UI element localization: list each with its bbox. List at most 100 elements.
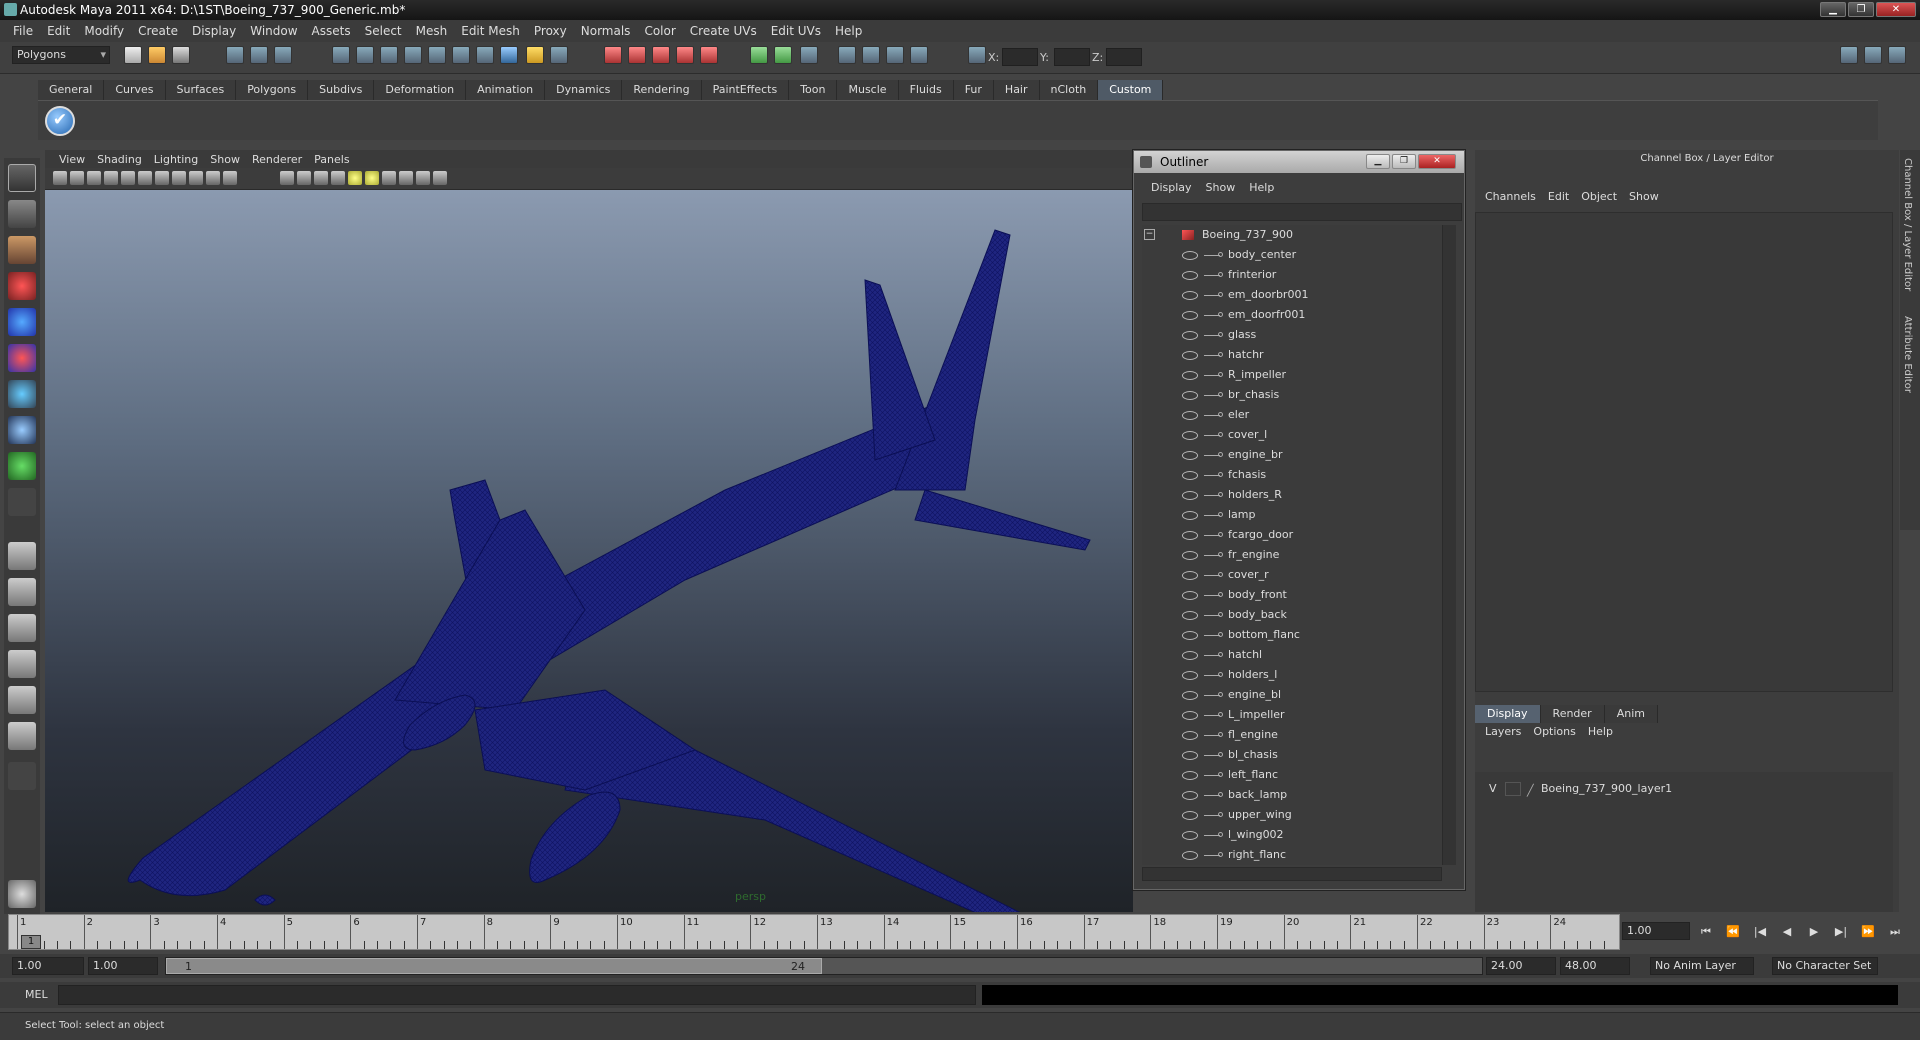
- step-back-frame-icon[interactable]: |◀: [1752, 925, 1768, 939]
- shelf-tab-subdivs[interactable]: Subdivs: [308, 80, 375, 100]
- toggle-channel-box-icon[interactable]: [1888, 46, 1906, 64]
- play-backwards-icon[interactable]: ◀: [1779, 925, 1795, 939]
- menu-set-dropdown[interactable]: Polygons ▾: [12, 46, 110, 64]
- toggle-attribute-editor-icon[interactable]: [1840, 46, 1858, 64]
- outliner-item[interactable]: frinterior: [1142, 265, 1444, 285]
- menu-help[interactable]: Help: [828, 24, 869, 38]
- attribute-editor-side-tab[interactable]: Attribute Editor: [1902, 316, 1913, 393]
- shelf-tab-rendering[interactable]: Rendering: [622, 80, 702, 100]
- select-hierarchy-icon[interactable]: [226, 46, 244, 64]
- ipr-render-icon[interactable]: [628, 46, 646, 64]
- rotate-tool-icon[interactable]: [8, 308, 36, 336]
- construction-history-icon[interactable]: [452, 46, 470, 64]
- shelf-tab-animation[interactable]: Animation: [466, 80, 546, 100]
- outliner-item[interactable]: fr_engine: [1142, 545, 1444, 565]
- save-scene-icon[interactable]: [172, 46, 190, 64]
- toggle-tool-settings-icon[interactable]: [1864, 46, 1882, 64]
- render-frame-icon[interactable]: [604, 46, 622, 64]
- film-gate-icon[interactable]: [138, 171, 152, 185]
- last-tool-icon[interactable]: [8, 488, 36, 516]
- camera-select-icon[interactable]: [53, 171, 67, 185]
- layer-template-toggle[interactable]: [1505, 782, 1521, 796]
- step-back-key-icon[interactable]: ⏪: [1725, 925, 1741, 939]
- select-tool-icon[interactable]: [8, 164, 36, 192]
- shelf-tab-fur[interactable]: Fur: [953, 80, 994, 100]
- isolate-select-icon[interactable]: [382, 171, 396, 185]
- channel-menu-show[interactable]: Show: [1623, 190, 1665, 208]
- outliner-item[interactable]: right_flanc: [1142, 845, 1444, 865]
- image-plane-icon[interactable]: [104, 171, 118, 185]
- menu-edit[interactable]: Edit: [40, 24, 77, 38]
- outliner-item[interactable]: glass: [1142, 325, 1444, 345]
- menu-modify[interactable]: Modify: [77, 24, 131, 38]
- outliner-item[interactable]: left_flanc: [1142, 765, 1444, 785]
- snap-view-icon[interactable]: [404, 46, 422, 64]
- menu-proxy[interactable]: Proxy: [527, 24, 574, 38]
- layer-color-icon[interactable]: ╱: [1527, 782, 1534, 800]
- outliner-item[interactable]: bottom_flanc: [1142, 625, 1444, 645]
- outliner-menu-show[interactable]: Show: [1199, 181, 1243, 199]
- menu-mesh[interactable]: Mesh: [409, 24, 455, 38]
- anim-layer-dropdown[interactable]: No Anim Layer: [1650, 957, 1754, 975]
- range-slider-thumb[interactable]: 1 24: [166, 958, 822, 974]
- grid-icon[interactable]: [121, 171, 135, 185]
- shelf-tab-toon[interactable]: Toon: [789, 80, 838, 100]
- minimize-button[interactable]: ▁: [1820, 2, 1846, 17]
- outliner-titlebar[interactable]: Outliner ▁ ❐ ✕: [1134, 151, 1464, 173]
- layer-menu-layers[interactable]: Layers: [1479, 725, 1527, 738]
- mel-label[interactable]: MEL: [25, 988, 48, 1001]
- textured-icon[interactable]: [331, 171, 345, 185]
- resolution-gate-icon[interactable]: [155, 171, 169, 185]
- shelf-checkmark-button[interactable]: ✔: [45, 106, 75, 136]
- shelf-tab-custom[interactable]: Custom: [1098, 80, 1164, 100]
- display-layer-row[interactable]: V ╱ Boeing_737_900_layer1: [1479, 780, 1889, 798]
- outliner-item[interactable]: L_impeller: [1142, 705, 1444, 725]
- use-all-lights-icon[interactable]: [348, 171, 362, 185]
- layer-menu-options[interactable]: Options: [1527, 725, 1581, 738]
- menu-edit-uvs[interactable]: Edit UVs: [764, 24, 828, 38]
- step-forward-key-icon[interactable]: ⏩: [1860, 925, 1876, 939]
- hypershade-icon[interactable]: [676, 46, 694, 64]
- shelf-tab-curves[interactable]: Curves: [104, 80, 166, 100]
- outliner-filter-input[interactable]: [1142, 203, 1462, 221]
- go-to-end-icon[interactable]: ⏭: [1887, 925, 1903, 939]
- viewport-menu-panels[interactable]: Panels: [308, 153, 355, 166]
- shadows-icon[interactable]: [365, 171, 379, 185]
- snap-grid-icon[interactable]: [332, 46, 350, 64]
- outliner-item[interactable]: hatchr: [1142, 345, 1444, 365]
- make-live-icon[interactable]: [428, 46, 446, 64]
- outliner-item[interactable]: fcargo_door: [1142, 525, 1444, 545]
- select-component-icon[interactable]: [274, 46, 292, 64]
- shelf-tab-general[interactable]: General: [38, 80, 105, 100]
- outliner-maximize-button[interactable]: ❐: [1392, 154, 1416, 169]
- show-manipulator-icon[interactable]: [8, 452, 36, 480]
- move-tool-icon[interactable]: [8, 272, 36, 300]
- viewport-menu-renderer[interactable]: Renderer: [246, 153, 308, 166]
- camera-icon[interactable]: [910, 46, 928, 64]
- outliner-menu-display[interactable]: Display: [1144, 181, 1199, 199]
- channel-menu-edit[interactable]: Edit: [1542, 190, 1575, 208]
- outliner-item[interactable]: hatchl: [1142, 645, 1444, 665]
- menu-select[interactable]: Select: [358, 24, 409, 38]
- outliner-item[interactable]: holders_l: [1142, 665, 1444, 685]
- hypershade-layout-icon[interactable]: [8, 686, 36, 714]
- shelf-tab-painteffects[interactable]: PaintEffects: [701, 80, 790, 100]
- playback-start-field[interactable]: 1.00: [88, 957, 158, 975]
- menu-color[interactable]: Color: [637, 24, 682, 38]
- shelf-tab-surfaces[interactable]: Surfaces: [165, 80, 237, 100]
- lasso-tool-icon[interactable]: [8, 200, 36, 228]
- display-icon[interactable]: [800, 46, 818, 64]
- transform-input-icon[interactable]: [968, 46, 986, 64]
- go-to-start-icon[interactable]: ⏮: [1698, 925, 1714, 939]
- help-icon[interactable]: [500, 46, 518, 64]
- channel-box-side-tab[interactable]: Channel Box / Layer Editor: [1902, 158, 1913, 291]
- universal-manip-icon[interactable]: [8, 380, 36, 408]
- outliner-item[interactable]: em_doorfr001: [1142, 305, 1444, 325]
- outliner-item[interactable]: fchasis: [1142, 465, 1444, 485]
- layer-tab-render[interactable]: Render: [1540, 705, 1605, 723]
- y-field[interactable]: [1054, 48, 1090, 66]
- shelf-tab-dynamics[interactable]: Dynamics: [545, 80, 623, 100]
- collapse-icon[interactable]: −: [1144, 229, 1155, 240]
- outliner-item[interactable]: bl_chasis: [1142, 745, 1444, 765]
- animation-end-field[interactable]: 48.00: [1560, 957, 1630, 975]
